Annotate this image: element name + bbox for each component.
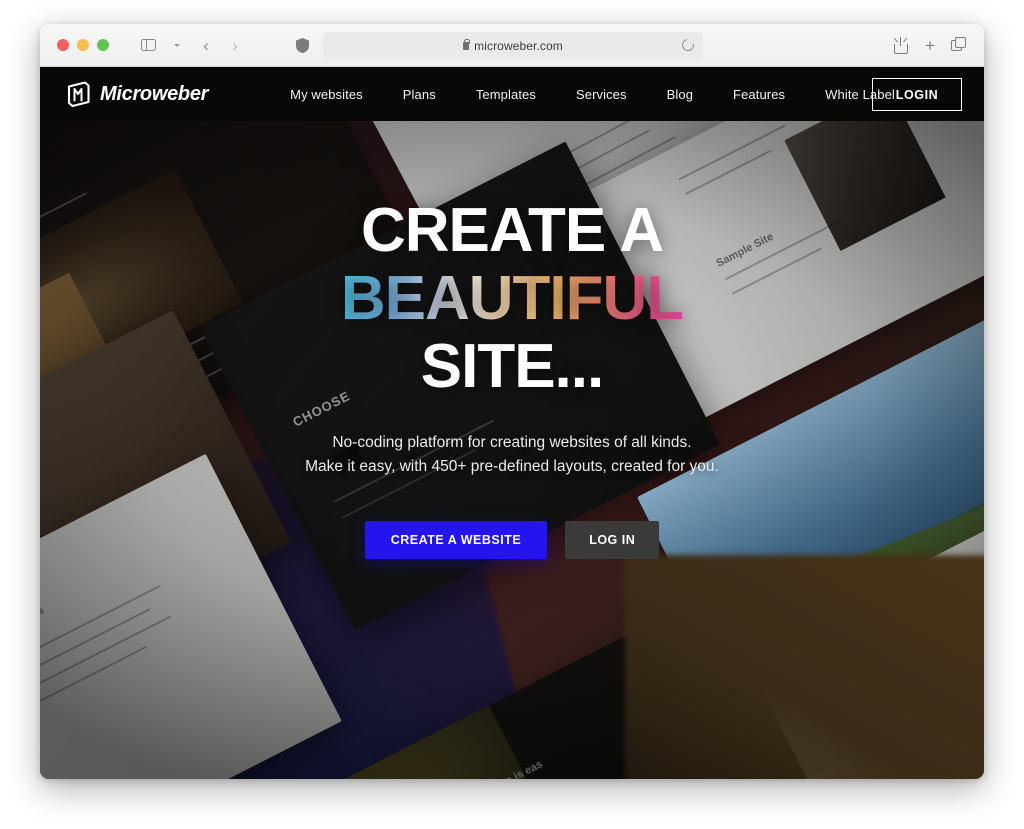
headline-line-1: CREATE A [360, 196, 664, 265]
close-window-button[interactable] [57, 39, 69, 51]
nav-item-templates[interactable]: Templates [456, 87, 556, 102]
chevron-left-icon: ‹ [203, 35, 209, 55]
create-a-website-button[interactable]: CREATE A WEBSITE [364, 521, 548, 559]
browser-window: ‹ › microweber.com + .. [40, 24, 984, 779]
browser-toolbar: ‹ › microweber.com + [40, 24, 984, 67]
lock-icon [463, 38, 471, 50]
subheading-line-2: Make it easy, with 450+ pre-defined layo… [305, 458, 719, 475]
hero-headline: CREATE A BEAUTIFUL SITE... [340, 196, 684, 401]
hero-cta-row: CREATE A WEBSITE LOG IN [364, 521, 660, 559]
url-text: microweber.com [474, 38, 563, 53]
log-in-button[interactable]: LOG IN [565, 521, 660, 559]
login-button[interactable]: LOGIN [872, 78, 962, 111]
brand-logo[interactable]: Microweber [66, 81, 209, 108]
address-bar[interactable]: microweber.com [323, 32, 703, 59]
back-button[interactable]: ‹ [193, 33, 219, 57]
nav-item-services[interactable]: Services [556, 87, 647, 102]
chevron-right-icon: › [232, 35, 238, 55]
nav-item-blog[interactable]: Blog [647, 87, 713, 102]
subheading-line-1: No-coding platform for creating websites… [332, 434, 692, 451]
new-tab-icon[interactable]: + [925, 37, 935, 54]
site-navigation: My websites Plans Templates Services Blo… [270, 87, 915, 102]
tab-overview-icon[interactable] [951, 37, 967, 54]
reload-icon[interactable] [679, 36, 697, 54]
headline-line-2: BEAUTIFUL [340, 264, 684, 333]
zoom-window-button[interactable] [97, 39, 109, 51]
hero-content: CREATE A BEAUTIFUL SITE... No-coding pla… [40, 67, 984, 779]
sidebar-icon [140, 38, 156, 52]
web-page: ...b Style Sample Si [40, 67, 984, 779]
window-traffic-lights [57, 39, 109, 51]
brand-name: Microweber [100, 82, 209, 105]
microweber-logo-icon [66, 81, 91, 108]
nav-item-my-websites[interactable]: My websites [270, 87, 383, 102]
nav-item-features[interactable]: Features [713, 87, 805, 102]
sidebar-options-button[interactable] [164, 33, 190, 57]
nav-item-plans[interactable]: Plans [383, 87, 456, 102]
share-icon[interactable] [893, 37, 909, 54]
site-header: Microweber My websites Plans Templates S… [40, 67, 984, 121]
forward-button[interactable]: › [222, 33, 248, 57]
sidebar-toggle-button[interactable] [135, 33, 161, 57]
hero-subheading: No-coding platform for creating websites… [305, 431, 719, 479]
privacy-shield-icon[interactable] [296, 38, 309, 53]
headline-line-3: SITE... [420, 332, 604, 401]
chevron-down-icon [174, 43, 180, 47]
minimize-window-button[interactable] [77, 39, 89, 51]
